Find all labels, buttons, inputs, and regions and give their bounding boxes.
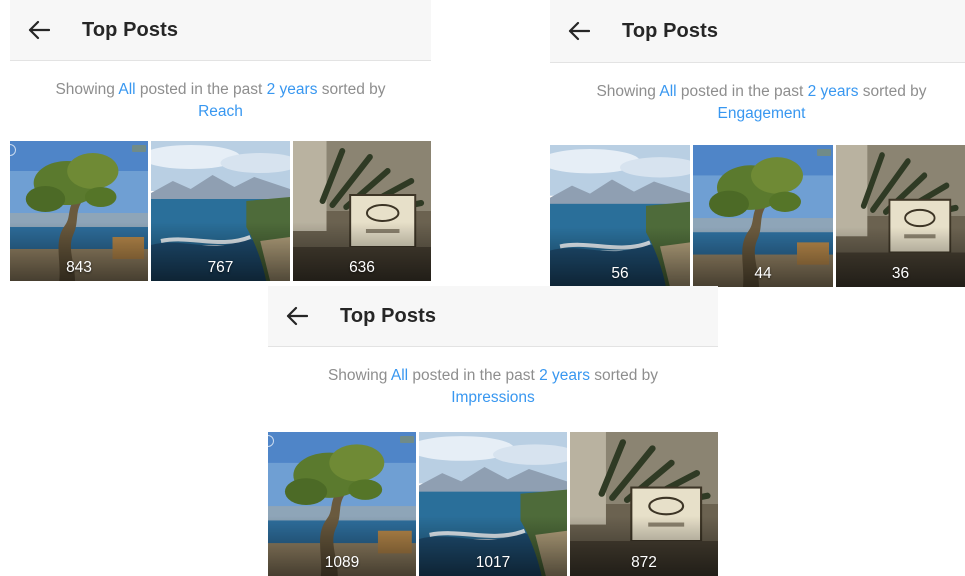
- caption-prefix: Showing: [327, 367, 391, 384]
- caption-prefix: Showing: [55, 81, 119, 98]
- filter-type-link[interactable]: All: [118, 81, 135, 98]
- media-badge-icon: [817, 149, 831, 156]
- caption-middle: posted in the past: [135, 81, 267, 98]
- time-range-link[interactable]: 2 years: [267, 81, 318, 98]
- post-metric-count: 44: [754, 265, 772, 282]
- page-title: Top Posts: [340, 304, 437, 327]
- caption-prefix: Showing: [596, 83, 660, 100]
- post-thumbnail-coast[interactable]: 56: [550, 145, 690, 287]
- back-button[interactable]: [26, 17, 52, 43]
- post-thumbnail-soap-box[interactable]: 636: [293, 141, 431, 281]
- post-thumbnail-coast[interactable]: 1017: [419, 432, 567, 576]
- back-button[interactable]: [566, 18, 592, 44]
- post-metric-count: 1017: [475, 554, 511, 571]
- app-header: Top Posts: [550, 0, 965, 63]
- post-metric-count: 56: [611, 265, 629, 282]
- app-header: Top Posts: [268, 286, 718, 347]
- post-thumbnail-olive-tree[interactable]: 843: [10, 141, 148, 281]
- post-thumbnail-soap-box[interactable]: 36: [836, 145, 965, 287]
- caption-suffix: sorted by: [317, 81, 386, 98]
- filter-caption: Showing All posted in the past 2 years s…: [10, 79, 431, 123]
- top-posts-panel-engagement: Top Posts Showing All posted in the past…: [550, 0, 965, 287]
- filter-type-link[interactable]: All: [659, 83, 676, 100]
- page-title: Top Posts: [622, 19, 719, 42]
- app-header: Top Posts: [10, 0, 431, 61]
- top-posts-panel-impressions: Top Posts Showing All posted in the past…: [268, 286, 718, 576]
- post-thumbnail-olive-tree[interactable]: 44: [693, 145, 833, 287]
- time-range-link[interactable]: 2 years: [808, 83, 859, 100]
- post-grid: 1089 1017 872: [268, 432, 718, 576]
- sort-metric-link[interactable]: Engagement: [718, 105, 806, 122]
- arrow-left-icon: [28, 20, 50, 40]
- sort-metric-link[interactable]: Impressions: [451, 389, 535, 406]
- post-thumbnail-soap-box[interactable]: 872: [570, 432, 718, 576]
- filter-caption: Showing All posted in the past 2 years s…: [268, 365, 718, 409]
- media-badge-icon: [132, 145, 146, 152]
- caption-middle: posted in the past: [676, 83, 808, 100]
- post-grid: 843 767 636: [10, 141, 431, 281]
- back-button[interactable]: [284, 303, 310, 329]
- top-posts-panel-reach: Top Posts Showing All posted in the past…: [10, 0, 431, 282]
- post-thumbnail-olive-tree[interactable]: 1089: [268, 432, 416, 576]
- post-thumbnail-coast[interactable]: 767: [151, 141, 290, 281]
- caption-suffix: sorted by: [589, 367, 659, 384]
- post-metric-count: 872: [631, 554, 657, 571]
- post-grid: 56 44 36: [550, 145, 965, 287]
- post-metric-count: 1089: [324, 554, 360, 571]
- post-metric-count: 767: [207, 259, 234, 276]
- filter-caption: Showing All posted in the past 2 years s…: [550, 81, 965, 125]
- arrow-left-icon: [568, 21, 590, 41]
- sort-metric-link[interactable]: Reach: [198, 103, 243, 120]
- time-range-link[interactable]: 2 years: [539, 367, 590, 384]
- caption-middle: posted in the past: [408, 367, 540, 384]
- post-metric-count: 843: [66, 259, 92, 276]
- media-badge-icon: [400, 436, 414, 443]
- caption-suffix: sorted by: [858, 83, 927, 100]
- filter-type-link[interactable]: All: [391, 367, 408, 384]
- post-metric-count: 36: [891, 265, 910, 282]
- post-metric-count: 636: [349, 259, 375, 276]
- arrow-left-icon: [286, 306, 308, 326]
- page-title: Top Posts: [82, 18, 179, 41]
